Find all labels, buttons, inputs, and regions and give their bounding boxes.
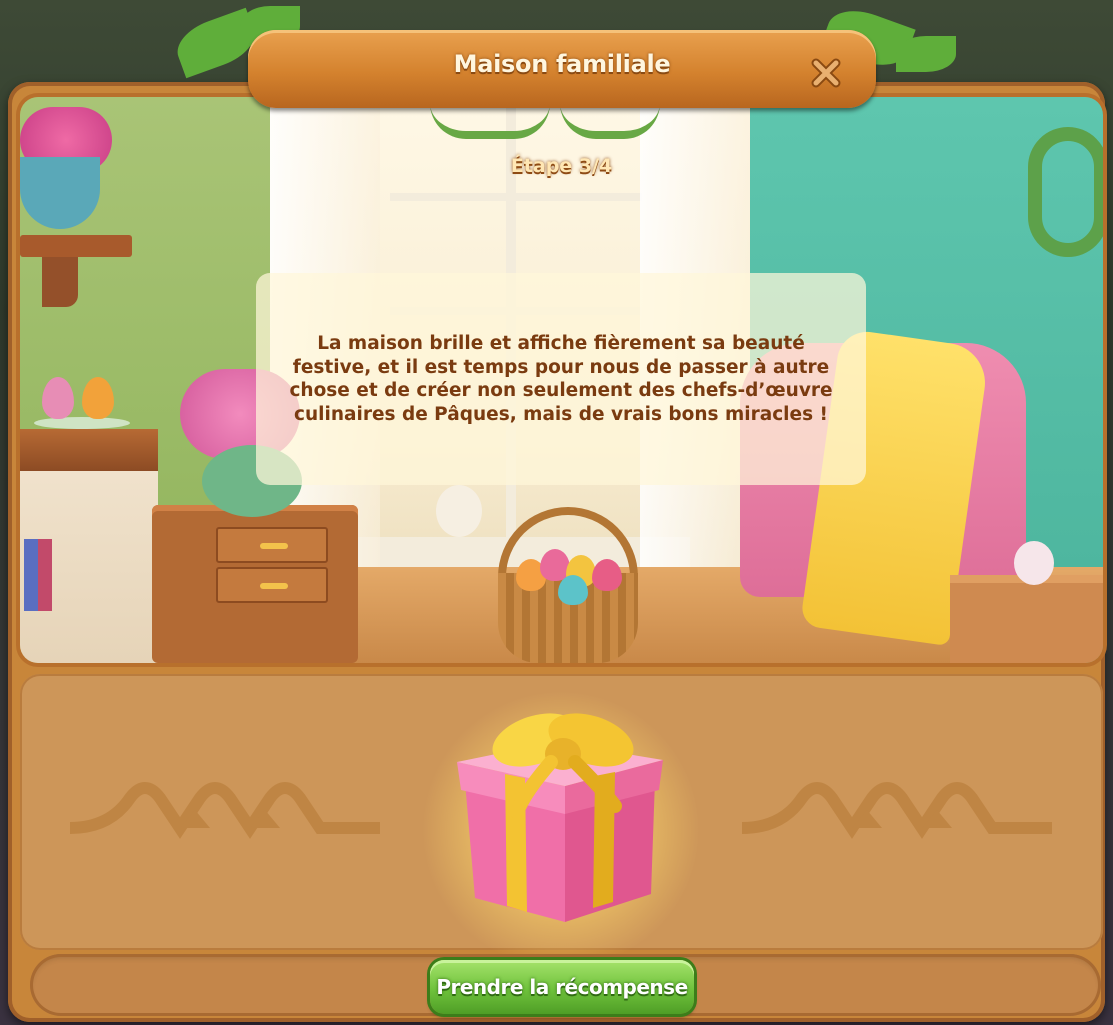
- story-text: La maison brille et affiche fièrement sa…: [289, 333, 833, 425]
- egg-plate: [34, 417, 130, 429]
- dialog-title: Maison familiale: [453, 50, 671, 78]
- flower-vase: [1014, 541, 1054, 585]
- step-indicator: Étape 3/4: [510, 155, 613, 177]
- books: [24, 539, 52, 611]
- title-plate: Maison familiale: [248, 30, 876, 108]
- nightstand: [152, 505, 358, 663]
- close-icon: [811, 58, 841, 88]
- garland: [430, 103, 550, 139]
- easter-egg: [592, 559, 622, 591]
- easter-egg: [558, 575, 588, 605]
- ornament-left: [70, 782, 380, 839]
- gift-box-icon: [457, 713, 663, 922]
- side-table: [950, 575, 1103, 663]
- scene-illustration: Étape 3/4 La maison brille et affiche fi…: [20, 97, 1103, 663]
- bunny: [436, 485, 482, 537]
- easter-egg: [82, 377, 114, 419]
- claim-reward-label: Prendre la récompense: [436, 975, 688, 999]
- wall-shelf: [20, 235, 132, 257]
- ornament-right: [742, 782, 1052, 839]
- easter-egg: [42, 377, 74, 419]
- leaf-decoration: [896, 36, 956, 72]
- story-card: La maison brille et affiche fièrement sa…: [256, 273, 866, 485]
- flower-wreath: [1028, 127, 1103, 257]
- close-button[interactable]: [806, 53, 846, 93]
- claim-reward-button[interactable]: Prendre la récompense: [430, 960, 694, 1014]
- shelf-bracket: [42, 257, 78, 307]
